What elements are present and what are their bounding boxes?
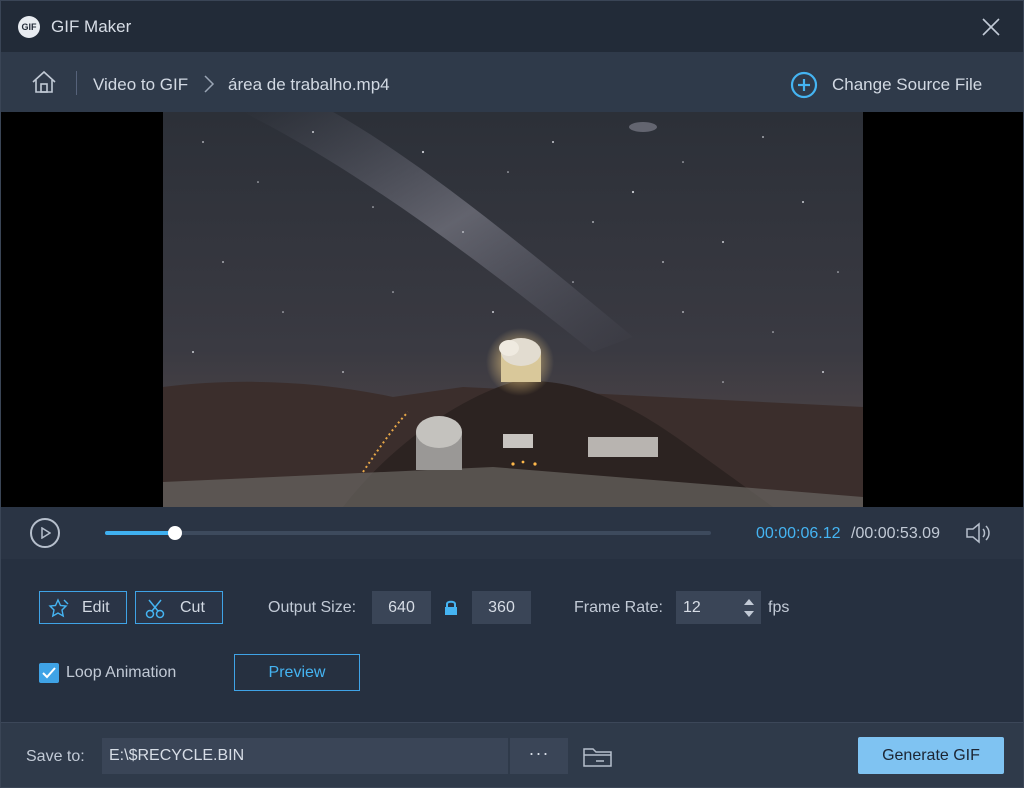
- cut-button[interactable]: Cut: [135, 591, 223, 624]
- night-sky-observatory-image: [163, 112, 863, 507]
- output-size-label: Output Size:: [268, 599, 357, 616]
- star-edit-icon: [48, 598, 69, 618]
- progress-handle[interactable]: [167, 526, 182, 540]
- cut-label: Cut: [180, 599, 205, 616]
- edit-button[interactable]: Edit: [39, 591, 127, 624]
- home-icon[interactable]: [31, 70, 57, 94]
- checkmark-icon: [42, 667, 56, 679]
- frame-rate-label: Frame Rate:: [574, 599, 663, 616]
- title-bar: GIF GIF Maker: [1, 1, 1023, 52]
- browse-more-button[interactable]: ···: [510, 738, 568, 774]
- scissors-icon: [145, 599, 165, 619]
- gif-logo-icon: GIF: [18, 16, 40, 38]
- play-icon: [41, 527, 51, 539]
- folder-icon[interactable]: [582, 745, 614, 769]
- footer-bar: Save to: E:\$RECYCLE.BIN ··· Generate GI…: [1, 722, 1023, 787]
- breadcrumb: Video to GIF área de trabalho.mp4 Change…: [1, 52, 1023, 112]
- fps-unit: fps: [768, 599, 790, 616]
- volume-icon[interactable]: [965, 521, 993, 545]
- play-button[interactable]: [30, 518, 60, 548]
- change-source-file-label: Change Source File: [832, 75, 983, 94]
- progress-fill: [105, 531, 175, 535]
- gif-maker-window: GIF GIF Maker Video to GIF área de traba…: [0, 0, 1024, 788]
- loop-animation-checkbox[interactable]: [39, 663, 59, 683]
- loop-animation-label[interactable]: Loop Animation: [66, 664, 176, 682]
- breadcrumb-file-name: área de trabalho.mp4: [228, 75, 390, 94]
- lock-icon[interactable]: [443, 599, 459, 616]
- playback-bar: 00:00:06.12 /00:00:53.09: [1, 507, 1023, 559]
- generate-gif-button[interactable]: Generate GIF: [858, 737, 1004, 774]
- progress-track[interactable]: [105, 526, 711, 540]
- video-preview-area: [1, 112, 1023, 507]
- save-path-input[interactable]: E:\$RECYCLE.BIN: [102, 738, 508, 774]
- settings-panel: Edit Cut Output Size: 640 360 Frame Rate…: [1, 559, 1023, 722]
- app-title: GIF Maker: [51, 17, 132, 36]
- spinner-arrows-icon[interactable]: [741, 595, 757, 621]
- close-icon[interactable]: [979, 15, 1003, 39]
- plus-circle-icon: [790, 71, 818, 99]
- video-frame: [163, 112, 863, 507]
- output-height-input[interactable]: 360: [472, 591, 531, 624]
- breadcrumb-video-to-gif[interactable]: Video to GIF: [93, 75, 188, 95]
- edit-label: Edit: [82, 599, 110, 616]
- chevron-right-icon: [204, 75, 215, 93]
- save-to-label: Save to:: [26, 748, 85, 765]
- output-width-input[interactable]: 640: [372, 591, 431, 624]
- current-time: 00:00:06.12: [756, 525, 841, 542]
- breadcrumb-divider: [76, 71, 77, 95]
- preview-button[interactable]: Preview: [234, 654, 360, 691]
- total-time: /00:00:53.09: [851, 525, 940, 542]
